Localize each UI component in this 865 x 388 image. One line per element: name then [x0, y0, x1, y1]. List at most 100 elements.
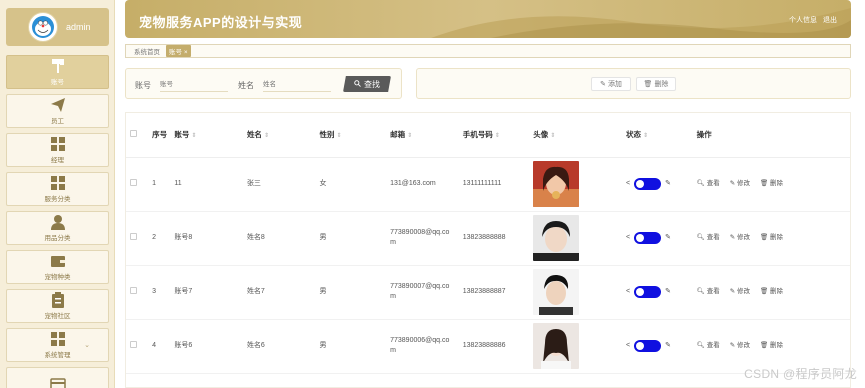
sort-icon: ⇕ [191, 133, 197, 140]
col-header-gender[interactable]: 性别 ⇕ [315, 113, 387, 158]
sidebar-item-manager[interactable]: 经理 [6, 133, 109, 167]
cell-gender: 男 [315, 319, 387, 374]
user-card[interactable]: admin [6, 8, 109, 46]
cell-account: 账号6 [170, 319, 243, 374]
sidebar-item-more[interactable] [6, 367, 109, 388]
edit-button[interactable]: ✎ 修改 [730, 341, 750, 351]
cell-index: 3 [148, 265, 171, 320]
delete-button[interactable]: 🗑 删除 [760, 287, 783, 297]
app-title: 宠物服务APP的设计与实现 [139, 15, 303, 30]
sidebar-item-service-category[interactable]: 服务分类 [6, 172, 109, 206]
edit-button[interactable]: ✎ 修改 [730, 287, 750, 297]
sidebar-item-system-management[interactable]: 系统管理 ⌄ [6, 328, 109, 362]
data-table-container: 序号 账号 ⇕ 姓名 ⇕ 性别 ⇕ 邮箱 ⇕ 手机号码 ⇕ 头像 ⇕ 状态 ⇕ 操作 1 11 [125, 112, 851, 388]
cell-gender: 女 [315, 157, 387, 212]
avatar-photo[interactable] [533, 269, 580, 315]
avatar-photo[interactable] [533, 161, 580, 207]
sort-icon: ⇕ [336, 133, 342, 140]
status-cell: < ✎ [626, 232, 693, 244]
edit-icon: ✎ [729, 180, 736, 187]
avatar-photo[interactable] [533, 215, 580, 261]
col-header-status[interactable]: 状态 ⇕ [622, 113, 693, 158]
status-toggle[interactable] [634, 340, 662, 352]
sort-icon: ⇕ [643, 133, 649, 140]
row-checkbox[interactable] [130, 178, 137, 186]
table-header-row: 序号 账号 ⇕ 姓名 ⇕ 性别 ⇕ 邮箱 ⇕ 手机号码 ⇕ 头像 ⇕ 状态 ⇕ 操作 [126, 113, 850, 158]
edit-button[interactable]: ✎ 修改 [730, 233, 750, 243]
person-icon [49, 214, 67, 230]
search-panel: 账号 姓名 查找 [125, 68, 402, 99]
sidebar-item-pet-species[interactable]: 宠物种类 [6, 250, 109, 284]
pencil-icon[interactable]: ✎ [665, 287, 671, 297]
select-all-cell[interactable] [126, 113, 149, 158]
user-name: admin [66, 22, 91, 32]
row-checkbox[interactable] [130, 232, 137, 240]
account-search-input[interactable] [160, 78, 228, 92]
share-icon[interactable]: < [626, 179, 630, 189]
cell-phone: 13111111111 [458, 157, 530, 212]
paper-plane-icon [49, 97, 67, 113]
edit-button[interactable]: ✎ 修改 [730, 179, 750, 189]
col-header-phone[interactable]: 手机号码 ⇕ [458, 113, 530, 158]
select-all-checkbox[interactable] [130, 130, 137, 138]
row-checkbox[interactable] [130, 340, 137, 348]
share-icon[interactable]: < [626, 341, 630, 351]
logout-link[interactable]: 退出 [823, 17, 837, 24]
sidebar-item-supplies-category[interactable]: 用品分类 [6, 211, 109, 245]
view-button[interactable]: 🔍︎ 查看 [697, 287, 720, 297]
cell-email: 773890007@qq.com [386, 265, 459, 320]
pencil-icon[interactable]: ✎ [665, 341, 671, 351]
delete-button[interactable]: 🗑 删除 [760, 179, 783, 189]
sidebar-item-staff[interactable]: 员工 [6, 94, 109, 128]
avatar-photo[interactable] [533, 323, 580, 369]
name-search-input[interactable] [263, 78, 331, 92]
cell-name: 姓名7 [242, 265, 316, 320]
search-button[interactable]: 查找 [343, 76, 391, 92]
breadcrumb-current-tag[interactable]: 账号 × [166, 45, 191, 57]
cell-gender: 男 [315, 211, 387, 266]
sidebar-item-label: 经理 [51, 157, 64, 164]
add-button[interactable]: ✎ 添加 [591, 77, 631, 91]
cell-phone: 13823888886 [458, 319, 530, 374]
cell-index: 1 [148, 157, 171, 212]
view-button[interactable]: 🔍︎ 查看 [697, 341, 720, 351]
col-header-name[interactable]: 姓名 ⇕ [242, 113, 316, 158]
pencil-icon[interactable]: ✎ [665, 179, 671, 189]
status-toggle[interactable] [634, 232, 662, 244]
cell-account: 账号7 [170, 265, 243, 320]
avatar [28, 12, 58, 42]
status-toggle[interactable] [634, 286, 662, 298]
cell-index: 4 [148, 319, 171, 374]
status-toggle[interactable] [634, 178, 662, 190]
row-checkbox[interactable] [130, 286, 137, 294]
col-header-avatar[interactable]: 头像 ⇕ [529, 113, 623, 158]
grid-icon [49, 331, 67, 347]
share-icon[interactable]: < [626, 233, 630, 243]
watermark: CSDN @程序员阿龙 [744, 367, 857, 381]
cell-email: 773890008@qq.com [386, 211, 459, 266]
sidebar-item-account[interactable]: 账号 [6, 55, 109, 89]
breadcrumb-home[interactable]: 系统首页 [134, 46, 160, 56]
view-button[interactable]: 🔍︎ 查看 [697, 233, 720, 243]
share-icon[interactable]: < [626, 287, 630, 297]
row-actions: 🔍︎ 查看 ✎ 修改 🗑 删除 [697, 179, 850, 189]
close-icon[interactable]: × [184, 49, 188, 56]
profile-link[interactable]: 个人信息 [789, 17, 817, 24]
grid-icon [49, 175, 67, 191]
col-header-account[interactable]: 账号 ⇕ [170, 113, 243, 158]
table-row: 1 11 张三 女 131@163.com 13111111111 < ✎ 🔍︎… [126, 157, 850, 212]
cell-name: 姓名8 [242, 211, 316, 266]
chevron-down-icon[interactable]: ⌄ [84, 341, 90, 349]
delete-button[interactable]: 🗑 删除 [760, 341, 783, 351]
pencil-icon[interactable]: ✎ [665, 233, 671, 243]
cell-email: 131@163.com [386, 157, 459, 212]
sidebar-item-label: 用品分类 [44, 235, 71, 242]
view-button[interactable]: 🔍︎ 查看 [697, 179, 720, 189]
sidebar-item-pet-community[interactable]: 宠物社区 [6, 289, 109, 323]
batch-delete-button[interactable]: 🗑 删除 [636, 77, 676, 91]
clipboard-icon [49, 292, 67, 308]
col-header-email[interactable]: 邮箱 ⇕ [386, 113, 459, 158]
paint-roller-icon [49, 58, 67, 74]
delete-button[interactable]: 🗑 删除 [760, 233, 783, 243]
edit-icon: ✎ [729, 234, 736, 241]
